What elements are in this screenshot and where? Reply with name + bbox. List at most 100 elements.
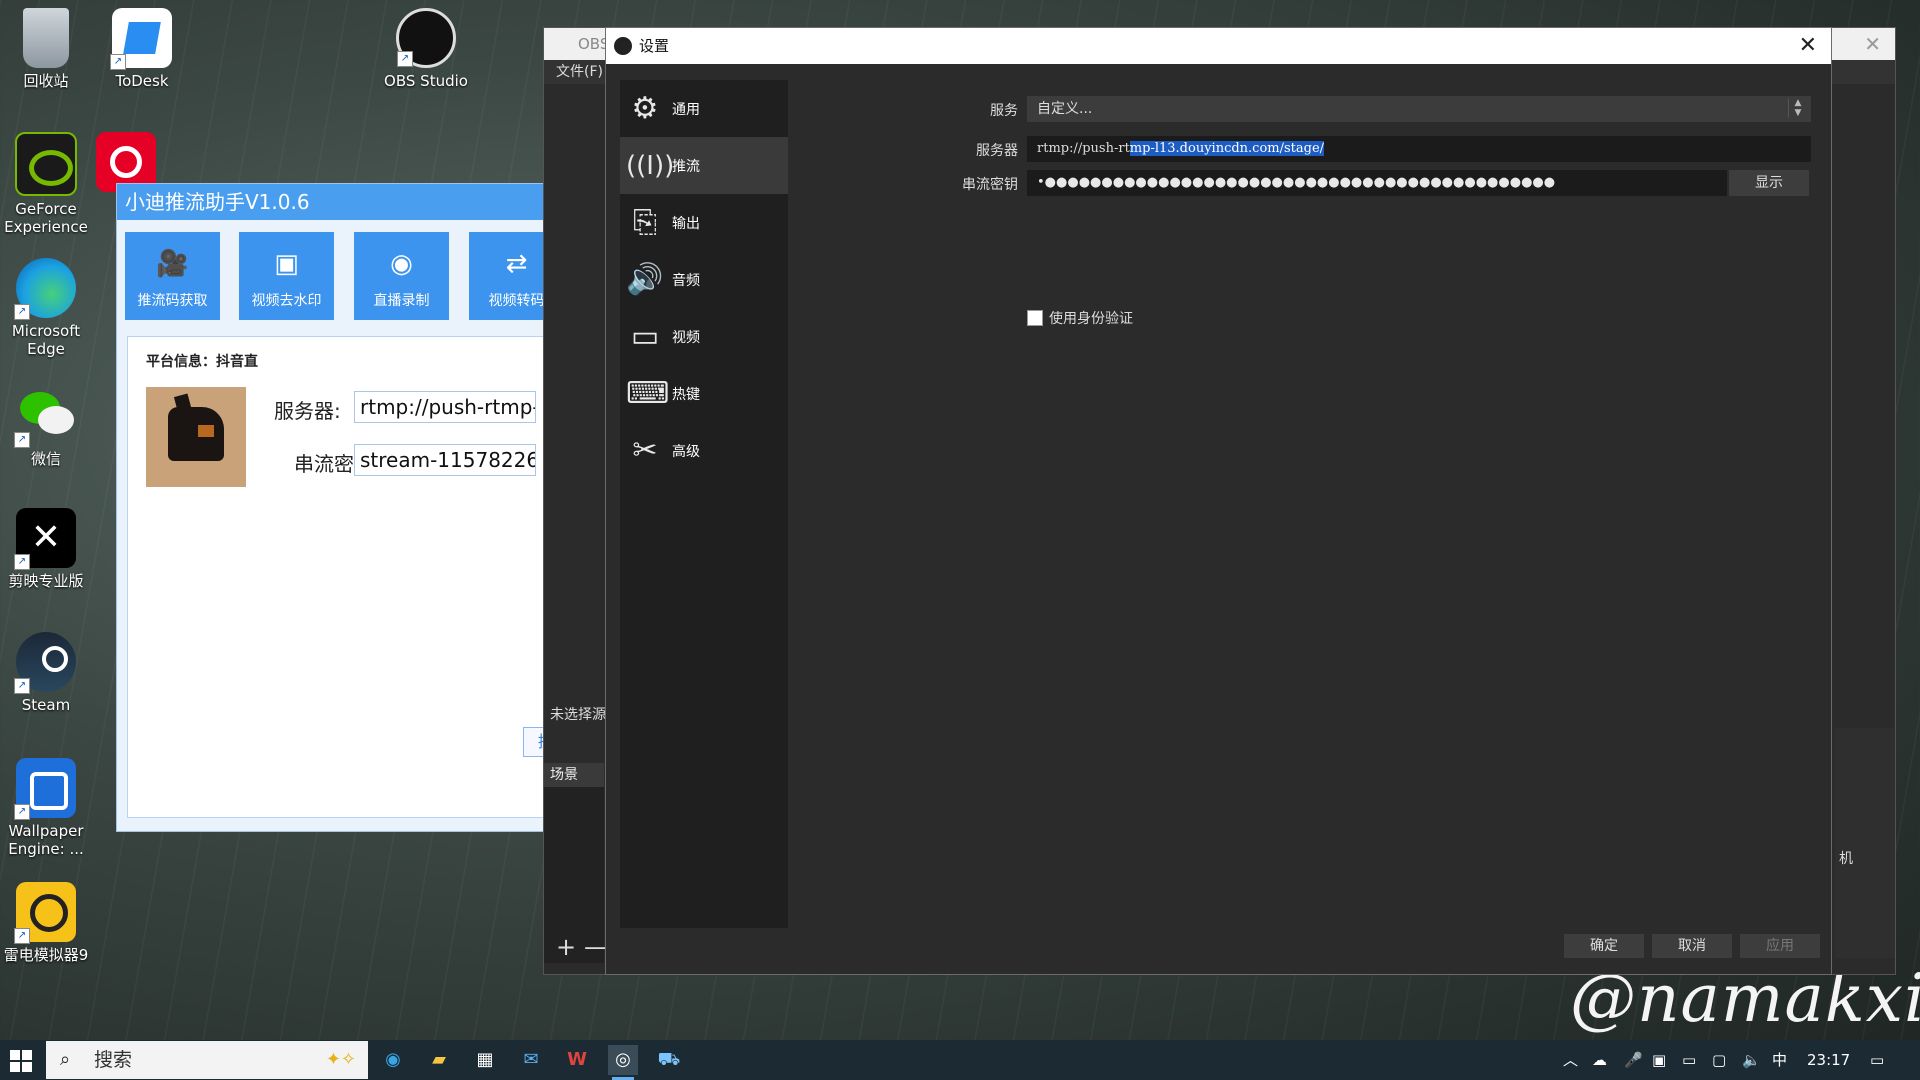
desktop-icon-recycle-bin[interactable]: 回收站	[0, 8, 92, 90]
tile-live-record[interactable]: ◉ 直播录制	[354, 232, 449, 320]
apply-button[interactable]: 应用	[1740, 934, 1820, 958]
convert-arrows-icon: ⇄	[505, 249, 528, 279]
desktop-icon-edge[interactable]: ↗ Microsoft Edge	[0, 258, 92, 358]
desktop-icon-label: 剪映专业版	[8, 572, 84, 590]
desktop-icon-label: 回收站	[23, 72, 69, 90]
server-label: 服务器:	[274, 399, 341, 423]
tile-label: 直播录制	[373, 293, 430, 309]
nav-general[interactable]: ⚙ 通用	[620, 80, 788, 137]
search-icon: ⌕	[60, 1049, 71, 1070]
todesk-icon: ↗	[110, 8, 172, 70]
stream-key-input[interactable]: •●●●●●●●●●●●●●●●●●●●●●●●●●●●●●●●●●●●●●●●…	[1027, 170, 1727, 196]
desktop-icon-wechat[interactable]: ↗ 微信	[0, 386, 92, 468]
clock[interactable]: 23:17	[1807, 1040, 1850, 1080]
no-source-label: 未选择源	[550, 707, 606, 723]
nav-advanced[interactable]: ✂ 高级	[620, 422, 788, 479]
show-key-button[interactable]: 显示	[1729, 170, 1809, 196]
network-icon[interactable]: ▣	[1652, 1040, 1666, 1080]
nav-label: 音频	[672, 273, 700, 289]
display-icon[interactable]: ▢	[1712, 1040, 1726, 1080]
settings-dialog: 设置 ✕ ⚙ 通用 ((Ⅰ)) 推流 ⎘ 输出 🔊 音频 ▭ 视频 ⌨ 热键 ✂ 高级 服务 …	[605, 27, 1832, 975]
chevron-updown-icon: ▲ ▼	[1788, 98, 1807, 118]
output-monitor-icon: ⎘	[633, 205, 657, 240]
obs-right-dock: 机	[1835, 728, 1895, 958]
recycle-bin-icon	[23, 8, 69, 68]
assistant-window: 小迪推流助手V1.0.6 🎥 推流码获取 ▣ 视频去水印 ◉ 直播录制 ⇄ 视频转码 平…	[116, 183, 564, 832]
sparkle-icon: ✦✧	[325, 1049, 356, 1070]
battery-icon[interactable]: ▭	[1682, 1040, 1696, 1080]
desktop-icon-ldplayer[interactable]: ↗ 雷电模拟器9	[0, 882, 92, 964]
nvidia-icon	[15, 132, 77, 196]
microphone-icon[interactable]: 🎤	[1624, 1040, 1643, 1080]
key-label: 串流密	[294, 452, 354, 476]
nav-stream[interactable]: ((Ⅰ)) 推流	[620, 137, 788, 194]
service-select[interactable]: 自定义... ▲ ▼	[1027, 96, 1811, 122]
store-icon[interactable]: ▦	[470, 1045, 500, 1075]
windows-start-icon[interactable]	[10, 1050, 32, 1072]
mail-icon[interactable]: ✉	[516, 1045, 546, 1075]
obs-logo-icon	[614, 37, 632, 55]
desktop-icon-steam[interactable]: ↗ Steam	[0, 632, 92, 714]
server-label: 服务器	[976, 143, 1018, 159]
monitor-icon: ▭	[630, 319, 660, 354]
ok-button[interactable]: 确定	[1564, 934, 1644, 958]
scenes-dock: 场景 + —	[544, 763, 608, 963]
speaker-icon: 🔊	[626, 262, 664, 297]
taskbar-search[interactable]: ⌕ 搜索 ✦✧	[46, 1041, 368, 1079]
nav-output[interactable]: ⎘ 输出	[620, 194, 788, 251]
avatar	[146, 387, 246, 487]
steam-icon: ↗	[14, 632, 76, 694]
tile-label: 视频去水印	[251, 293, 322, 309]
nav-video[interactable]: ▭ 视频	[620, 308, 788, 365]
nav-hotkeys[interactable]: ⌨ 热键	[620, 365, 788, 422]
broadcast-antenna-icon: ((Ⅰ))	[626, 151, 675, 181]
nav-label: 视频	[672, 330, 700, 346]
desktop-icon-obs[interactable]: ↗ OBS Studio	[380, 8, 472, 90]
obs-taskbar-icon[interactable]: ◎	[608, 1045, 638, 1080]
cancel-button[interactable]: 取消	[1652, 934, 1732, 958]
capcut-icon: ✕ ↗	[14, 508, 76, 570]
use-auth-checkbox[interactable]	[1027, 310, 1043, 326]
desktop-icon-wallpaper-engine[interactable]: ↗ Wallpaper Engine: ...	[0, 758, 92, 858]
server-text: rtmp://push-rt	[1037, 141, 1130, 156]
nav-audio[interactable]: 🔊 音频	[620, 251, 788, 308]
keyboard-icon: ⌨	[626, 376, 670, 411]
desktop-icon-geforce[interactable]: GeForce Experience	[0, 132, 92, 236]
edge-taskbar-icon[interactable]: ◉	[378, 1045, 408, 1075]
nav-label: 输出	[672, 216, 700, 232]
key-field[interactable]: stream-115782266	[354, 444, 536, 476]
wechat-icon: ↗	[14, 386, 76, 448]
nav-label: 通用	[672, 102, 700, 118]
ime-indicator[interactable]: 中	[1772, 1040, 1787, 1080]
chevron-up-icon[interactable]: ︿	[1563, 1040, 1578, 1080]
desktop-icon-label: Steam	[21, 696, 71, 714]
ldplayer-icon: ↗	[14, 882, 76, 944]
close-icon[interactable]: ✕	[1799, 28, 1817, 64]
record-icon: ◉	[390, 249, 413, 279]
desktop-icon-capcut[interactable]: ✕ ↗ 剪映专业版	[0, 508, 92, 590]
assistant-title: 小迪推流助手V1.0.6	[117, 184, 543, 220]
notification-icon[interactable]: ▭	[1870, 1040, 1884, 1080]
tile-stream-code[interactable]: 🎥 推流码获取	[125, 232, 220, 320]
dock-item[interactable]: 机	[1839, 848, 1853, 868]
assistant-taskbar-icon[interactable]: ⛟	[654, 1045, 684, 1075]
server-input[interactable]: rtmp://push-rtmp-l13.douyincdn.com/stage…	[1027, 136, 1811, 162]
nav-label: 推流	[672, 159, 700, 175]
wps-icon[interactable]: W	[562, 1045, 592, 1075]
obs-icon: ↗	[396, 8, 456, 68]
settings-title: 设置	[639, 37, 670, 55]
add-scene-icon[interactable]: +	[556, 933, 576, 961]
close-icon[interactable]: ✕	[1864, 28, 1881, 60]
desktop-icon-todesk[interactable]: ↗ ToDesk	[96, 8, 188, 90]
volume-icon[interactable]: 🔈	[1742, 1040, 1761, 1080]
tile-watermark-remove[interactable]: ▣ 视频去水印	[239, 232, 334, 320]
file-explorer-icon[interactable]: ▰	[424, 1045, 454, 1075]
tools-icon: ✂	[632, 433, 658, 468]
cloud-off-icon[interactable]: ☁	[1592, 1040, 1607, 1080]
tile-label: 视频转码	[488, 293, 545, 309]
search-placeholder: 搜索	[94, 1049, 133, 1071]
assistant-panel: 平台信息：抖音直 服务器: rtmp://push-rtmp- 串流密 stre…	[127, 336, 555, 818]
server-field[interactable]: rtmp://push-rtmp-	[354, 391, 536, 423]
platform-info: 平台信息：抖音直	[146, 354, 258, 370]
desktop-icon-label: 微信	[30, 450, 61, 468]
